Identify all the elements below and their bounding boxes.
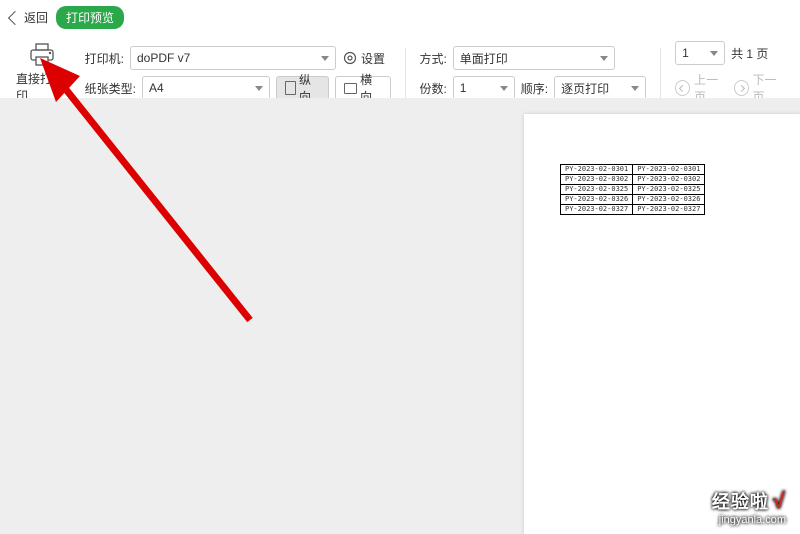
chevron-down-icon bbox=[63, 85, 69, 89]
orientation-portrait[interactable]: 纵向 bbox=[276, 76, 329, 100]
table-cell: PY-2023-02-0327 bbox=[561, 205, 633, 215]
portrait-icon bbox=[285, 81, 296, 95]
table-cell: PY-2023-02-0326 bbox=[633, 195, 705, 205]
back-label: 返回 bbox=[24, 9, 48, 26]
circle-right-icon bbox=[734, 80, 749, 96]
table-row: PY-2023-02-0302PY-2023-02-0302 bbox=[561, 175, 705, 185]
chevron-down-icon bbox=[500, 86, 508, 91]
separator bbox=[660, 48, 661, 98]
circle-left-icon bbox=[675, 80, 690, 96]
mode-group: 方式: 单面打印 份数: 1 顺序: 逐页打印 bbox=[419, 46, 646, 100]
order-label: 顺序: bbox=[521, 80, 548, 97]
copies-select[interactable]: 1 bbox=[453, 76, 515, 100]
gear-icon bbox=[342, 50, 358, 66]
copies-label: 份数: bbox=[419, 80, 446, 97]
top-bar: 返回 打印预览 bbox=[0, 0, 800, 35]
table-row: PY-2023-02-0325PY-2023-02-0325 bbox=[561, 185, 705, 195]
watermark: 经验啦 √ jingyanla.com bbox=[712, 488, 786, 526]
order-select[interactable]: 逐页打印 bbox=[554, 76, 646, 100]
check-icon: √ bbox=[773, 488, 786, 514]
page-group: 1 共 1 页 上一页 下一页 bbox=[675, 41, 786, 105]
table-cell: PY-2023-02-0302 bbox=[561, 175, 633, 185]
table-cell: PY-2023-02-0325 bbox=[633, 185, 705, 195]
orientation-landscape[interactable]: 横向 bbox=[335, 76, 390, 100]
preview-area: PY-2023-02-0301PY-2023-02-0301PY-2023-02… bbox=[0, 98, 800, 534]
chevron-left-icon bbox=[8, 10, 22, 24]
settings-label: 设置 bbox=[361, 50, 385, 67]
separator bbox=[405, 48, 406, 98]
page-input[interactable]: 1 bbox=[675, 41, 725, 65]
mode-label: 方式: bbox=[419, 50, 446, 67]
table-row: PY-2023-02-0301PY-2023-02-0301 bbox=[561, 165, 705, 175]
page-preview: PY-2023-02-0301PY-2023-02-0301PY-2023-02… bbox=[524, 114, 800, 534]
back-button[interactable]: 返回 bbox=[10, 9, 48, 26]
mode-select[interactable]: 单面打印 bbox=[453, 46, 615, 70]
preview-table: PY-2023-02-0301PY-2023-02-0301PY-2023-02… bbox=[560, 164, 705, 215]
chevron-down-icon bbox=[600, 56, 608, 61]
page-title: 打印预览 bbox=[56, 6, 124, 29]
table-cell: PY-2023-02-0325 bbox=[561, 185, 633, 195]
direct-print-button[interactable]: 直接打印 bbox=[14, 42, 71, 104]
watermark-title: 经验啦 bbox=[712, 488, 769, 514]
landscape-icon bbox=[344, 83, 357, 94]
table-cell: PY-2023-02-0327 bbox=[633, 205, 705, 215]
printer-group: 打印机: doPDF v7 设置 纸张类型: A4 bbox=[85, 46, 391, 100]
paper-label: 纸张类型: bbox=[85, 80, 136, 97]
table-row: PY-2023-02-0326PY-2023-02-0326 bbox=[561, 195, 705, 205]
page-input-value: 1 bbox=[682, 46, 689, 60]
order-value: 逐页打印 bbox=[561, 80, 609, 97]
chevron-down-icon bbox=[631, 86, 639, 91]
chevron-down-icon bbox=[321, 56, 329, 61]
chevron-down-icon bbox=[710, 51, 718, 56]
total-pages: 共 1 页 bbox=[731, 45, 768, 62]
printer-select[interactable]: doPDF v7 bbox=[130, 46, 336, 70]
table-cell: PY-2023-02-0302 bbox=[633, 175, 705, 185]
mode-value: 单面打印 bbox=[460, 50, 508, 67]
chevron-down-icon bbox=[255, 86, 263, 91]
paper-select[interactable]: A4 bbox=[142, 76, 270, 100]
copies-value: 1 bbox=[460, 81, 467, 95]
printer-label: 打印机: bbox=[85, 50, 124, 67]
table-row: PY-2023-02-0327PY-2023-02-0327 bbox=[561, 205, 705, 215]
table-cell: PY-2023-02-0326 bbox=[561, 195, 633, 205]
printer-value: doPDF v7 bbox=[137, 51, 190, 65]
settings-button[interactable]: 设置 bbox=[342, 50, 385, 67]
table-cell: PY-2023-02-0301 bbox=[633, 165, 705, 175]
table-cell: PY-2023-02-0301 bbox=[561, 165, 633, 175]
paper-value: A4 bbox=[149, 81, 164, 95]
printer-icon bbox=[28, 42, 56, 68]
watermark-url: jingyanla.com bbox=[712, 514, 786, 526]
